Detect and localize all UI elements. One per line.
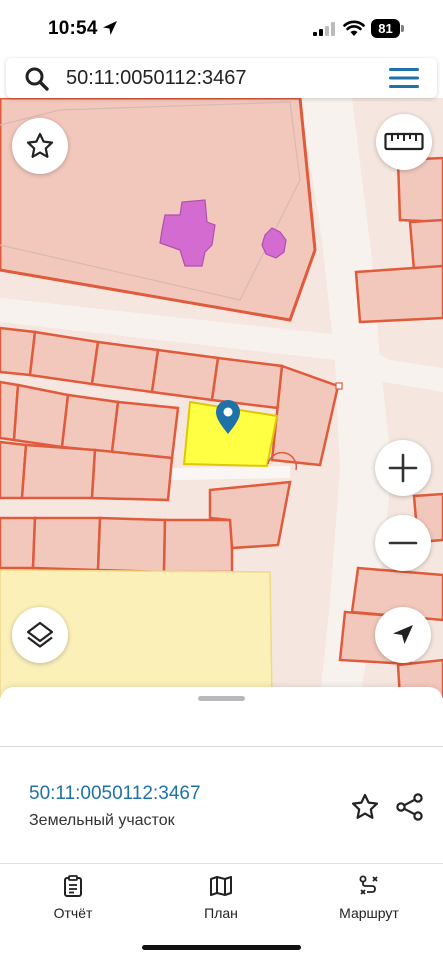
- navigation-arrow-icon: [393, 625, 413, 644]
- tab-plan-label: План: [204, 905, 238, 921]
- wifi-icon: [343, 20, 365, 36]
- divider: [0, 863, 443, 864]
- battery-icon: 81: [371, 19, 405, 38]
- parcel-info-sheet[interactable]: 50:11:0050112:3467 Земельный участок: [0, 687, 443, 865]
- tab-report-label: Отчёт: [53, 905, 93, 921]
- cellular-signal-icon: [313, 22, 335, 36]
- plus-icon: [388, 453, 418, 483]
- tab-plan[interactable]: План: [166, 875, 276, 921]
- tab-route-label: Маршрут: [339, 905, 399, 921]
- search-bar[interactable]: 50:11:0050112:3467: [6, 58, 437, 98]
- battery-level: 81: [371, 19, 400, 38]
- ruler-icon: [384, 132, 424, 151]
- home-indicator[interactable]: [142, 945, 301, 950]
- share-icon[interactable]: [395, 792, 425, 822]
- star-outline-icon: [26, 132, 54, 158]
- parcel-number-link[interactable]: 50:11:0050112:3467: [29, 783, 201, 805]
- status-time: 10:54: [48, 18, 98, 39]
- tab-route[interactable]: Маршрут: [314, 875, 424, 921]
- minus-icon: [388, 541, 418, 545]
- tab-report[interactable]: Отчёт: [18, 875, 128, 921]
- cadastral-map[interactable]: [0, 98, 443, 698]
- layers-button[interactable]: [12, 607, 68, 663]
- bottom-tab-bar: Отчёт План Маршрут: [0, 865, 443, 960]
- ruler-button[interactable]: [376, 114, 432, 170]
- star-outline-icon[interactable]: [350, 792, 380, 822]
- status-bar: 10:54 81: [0, 0, 443, 56]
- layers-icon: [26, 621, 54, 648]
- zoom-in-button[interactable]: [375, 440, 431, 496]
- report-icon: [64, 875, 82, 897]
- search-icon[interactable]: [24, 66, 50, 92]
- location-arrow-icon: [103, 21, 117, 35]
- route-icon: [359, 875, 378, 895]
- map-canvas[interactable]: [0, 98, 443, 698]
- sheet-drag-handle[interactable]: [198, 696, 245, 701]
- my-location-button[interactable]: [375, 607, 431, 663]
- parcel-type: Земельный участок: [29, 812, 175, 829]
- favorite-button[interactable]: [12, 118, 68, 174]
- zoom-out-button[interactable]: [375, 515, 431, 571]
- map-icon: [210, 876, 232, 896]
- search-input[interactable]: 50:11:0050112:3467: [66, 67, 247, 90]
- hamburger-menu-icon[interactable]: [387, 66, 421, 90]
- divider: [0, 746, 443, 747]
